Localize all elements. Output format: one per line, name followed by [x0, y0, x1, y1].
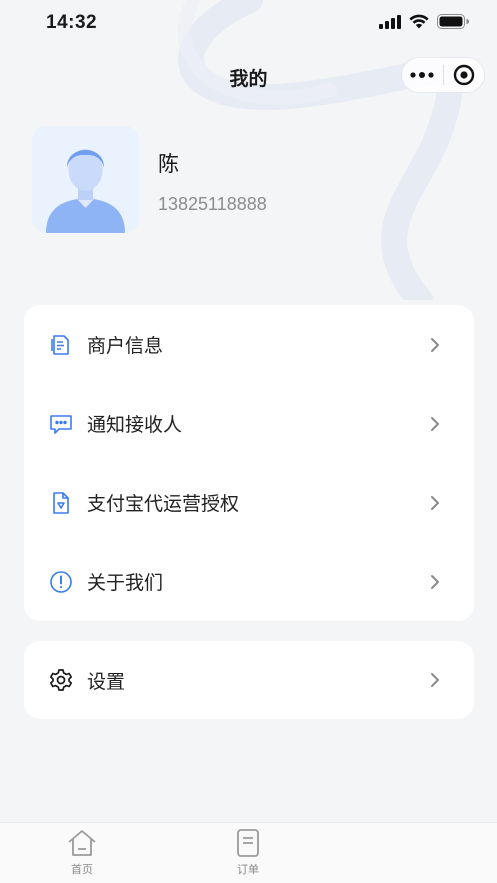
tab-home[interactable]: 首页 [52, 827, 112, 879]
tab-label: 订单 [237, 864, 259, 876]
menu-item-label: 商户信息 [87, 336, 164, 357]
close-miniprogram-button[interactable] [444, 58, 485, 92]
target-circle-icon [453, 64, 474, 86]
status-icons [379, 14, 469, 29]
chevron-right-icon [430, 495, 442, 511]
menu-item-alipay-authorization[interactable]: 支付宝代运营授权 [24, 463, 474, 542]
status-bar: 14:32 [0, 0, 497, 48]
shield-doc-icon [49, 491, 73, 515]
avatar[interactable] [32, 126, 139, 233]
chevron-right-icon [430, 416, 442, 432]
default-user-icon [46, 149, 125, 233]
more-dots-icon [410, 72, 434, 78]
tab-label: 首页 [71, 864, 93, 876]
menu-item-merchant-info[interactable]: 商户信息 [24, 305, 474, 384]
menu-item-notification-recipient[interactable]: 通知接收人 [24, 384, 474, 463]
message-icon [49, 412, 73, 436]
menu-item-about-us[interactable]: 关于我们 [24, 542, 474, 621]
more-button[interactable] [402, 58, 443, 92]
signal-icon [379, 14, 401, 29]
menu-item-label: 关于我们 [87, 573, 164, 594]
menu-item-settings[interactable]: 设置 [24, 641, 474, 719]
wifi-icon [409, 14, 429, 29]
user-name: 陈 [158, 153, 179, 176]
battery-icon [437, 14, 469, 29]
tab-orders[interactable]: 订单 [218, 827, 278, 879]
chevron-right-icon [430, 574, 442, 590]
user-phone: 13825118888 [158, 194, 267, 214]
nav-bar: 我的 [0, 52, 497, 100]
merchant-doc-icon [49, 333, 73, 357]
menu-item-label: 通知接收人 [87, 415, 183, 436]
settings-label: 设置 [87, 671, 126, 693]
chevron-right-icon [430, 337, 442, 353]
status-time: 14:32 [46, 12, 98, 33]
tab-bar: 首页 订单 [0, 822, 497, 883]
home-icon [65, 827, 99, 859]
chevron-right-icon [430, 672, 442, 688]
gear-icon [49, 668, 73, 692]
menu-card: 商户信息 通知接收人 支付宝代运营授权 关于我们 [24, 305, 474, 621]
order-icon [231, 827, 265, 859]
settings-card: 设置 [24, 641, 474, 719]
menu-item-label: 支付宝代运营授权 [87, 494, 240, 515]
mini-program-capsule [401, 57, 485, 93]
info-icon [49, 570, 73, 594]
